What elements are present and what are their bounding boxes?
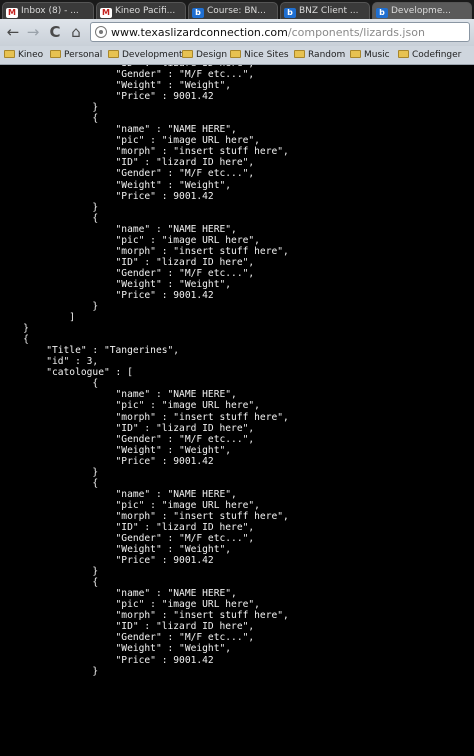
- tab-label: Inbox (8) - ...: [21, 6, 79, 16]
- bookmark-label: Kineo: [18, 50, 44, 60]
- json-source-text: "ID" : "lizard ID here", "Gender" : "M/F…: [23, 65, 289, 677]
- bookmark-label: Nice Sites: [244, 50, 289, 60]
- bookmark-folder-random[interactable]: Random: [294, 48, 345, 62]
- bookmarks-bar: Kineo Personal Development Design Nice S…: [0, 46, 474, 65]
- bookmark-folder-development[interactable]: Development: [108, 48, 183, 62]
- gmail-icon: M: [100, 8, 112, 18]
- bookmark-b-icon: b: [192, 8, 204, 18]
- bookmark-label: Development: [122, 50, 183, 60]
- home-icon[interactable]: ⌂: [67, 23, 85, 41]
- folder-icon: [4, 50, 15, 58]
- url-host: www.texaslizardconnection.com: [111, 26, 288, 39]
- folder-icon: [108, 50, 119, 58]
- bookmark-label: Music: [364, 50, 390, 60]
- bookmark-b-icon: b: [284, 8, 296, 18]
- tab-development[interactable]: b Developme...: [372, 2, 472, 19]
- bookmark-label: Design: [196, 50, 228, 60]
- tab-bnz-client[interactable]: b BNZ Client ...: [280, 2, 370, 19]
- tab-strip: M Inbox (8) - ... M Kineo Pacifi... b Cours…: [0, 0, 474, 19]
- folder-icon: [350, 50, 361, 58]
- bookmark-label: Random: [308, 50, 346, 60]
- bookmark-folder-nice-sites[interactable]: Nice Sites: [230, 48, 289, 62]
- tab-label: Course: BN...: [207, 6, 266, 16]
- page-content: "ID" : "lizard ID here", "Gender" : "M/F…: [0, 65, 474, 756]
- address-bar[interactable]: www.texaslizardconnection.com/components…: [90, 22, 470, 42]
- bookmark-folder-personal[interactable]: Personal: [50, 48, 102, 62]
- folder-icon: [294, 50, 305, 58]
- bookmark-b-icon: b: [376, 8, 388, 18]
- reload-icon[interactable]: C: [46, 23, 64, 41]
- url-path: /components/lizards.json: [287, 26, 425, 39]
- gmail-icon: M: [6, 8, 18, 18]
- tab-course[interactable]: b Course: BN...: [188, 2, 278, 19]
- tab-label: BNZ Client ...: [299, 6, 359, 16]
- folder-icon: [230, 50, 241, 58]
- back-arrow-icon[interactable]: ←: [4, 23, 22, 41]
- page-info-icon[interactable]: [95, 26, 107, 38]
- tab-label: Developme...: [391, 6, 451, 16]
- bookmark-label: Codefinger: [412, 50, 462, 60]
- tab-label: Kineo Pacifi...: [115, 6, 176, 16]
- bookmark-folder-codefinger[interactable]: Codefinger: [398, 48, 461, 62]
- url-text: www.texaslizardconnection.com/components…: [111, 25, 425, 40]
- bookmark-folder-music[interactable]: Music: [350, 48, 390, 62]
- bookmark-folder-design[interactable]: Design: [182, 48, 227, 62]
- tab-inbox[interactable]: M Inbox (8) - ...: [2, 2, 94, 19]
- folder-icon: [182, 50, 193, 58]
- bookmark-label: Personal: [64, 50, 103, 60]
- forward-arrow-icon[interactable]: →: [24, 23, 42, 41]
- bookmark-folder-kineo[interactable]: Kineo: [4, 48, 43, 62]
- folder-icon: [50, 50, 61, 58]
- browser-toolbar: ← → C ⌂ www.texaslizardconnection.com/co…: [0, 19, 474, 47]
- folder-icon: [398, 50, 409, 58]
- tab-kineo-pacific[interactable]: M Kineo Pacifi...: [96, 2, 186, 19]
